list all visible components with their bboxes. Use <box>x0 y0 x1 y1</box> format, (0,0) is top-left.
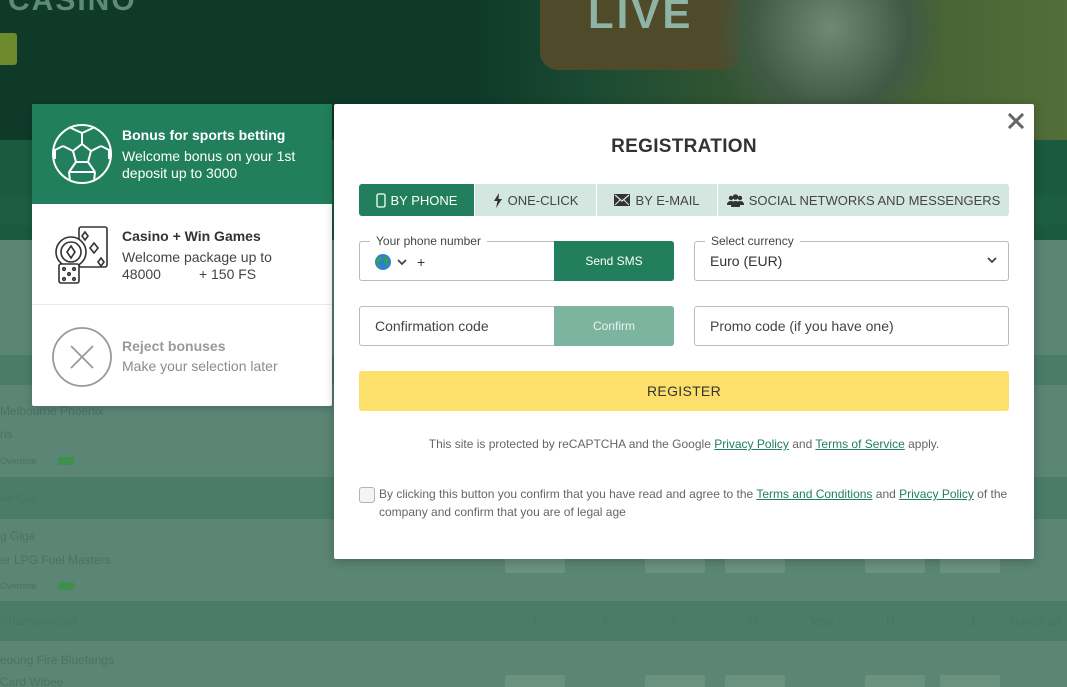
register-button[interactable]: REGISTER <box>359 371 1009 411</box>
bonus-description: Make your selection later <box>122 358 278 374</box>
bonus-description: Welcome package up to 48000 + 150 FS <box>122 249 322 283</box>
background-col-header: X <box>601 614 610 628</box>
users-icon <box>726 193 744 207</box>
background-col-header: Total <box>808 614 834 628</box>
globe-icon <box>375 254 391 270</box>
bonus-description: Welcome bonus on your 1st deposit up to … <box>122 148 296 181</box>
agreement-text-part: By clicking this button you confirm that… <box>379 487 754 501</box>
tab-label: BY PHONE <box>390 192 458 208</box>
agreement-text: By clicking this button you confirm that… <box>379 485 1009 521</box>
background-stat-badge <box>58 457 74 465</box>
tab-label: BY E-MAIL <box>635 192 700 208</box>
bonus-amount: 48000 <box>122 266 161 282</box>
tab-by-phone[interactable]: BY PHONE <box>359 184 475 216</box>
background-col-header: 2 <box>670 614 677 628</box>
phone-number-field: Your phone number + Send SMS <box>359 234 674 281</box>
background-meta: Overtime <box>0 581 37 591</box>
promo-code-input[interactable] <box>695 307 1008 345</box>
phone-icon <box>375 192 386 208</box>
phone-prefix: + <box>417 254 426 270</box>
background-odd <box>940 675 1000 687</box>
reject-x-icon <box>51 326 113 388</box>
background-odd <box>865 675 925 687</box>
background-event-row: eoung Fire Bluefangs Card Wibee <box>0 641 1067 687</box>
background-team-name: er LPG Fuel Masters <box>0 553 111 567</box>
background-odd <box>505 675 565 687</box>
close-button[interactable] <box>1006 111 1026 131</box>
background-team-name: ns <box>0 427 13 441</box>
close-icon <box>1007 112 1025 130</box>
privacy-policy-link[interactable]: Privacy Policy <box>714 437 789 451</box>
terms-and-conditions-link[interactable]: Terms and Conditions <box>756 487 872 501</box>
confirmation-code-input[interactable] <box>360 307 555 345</box>
bonus-title: Reject bonuses <box>122 338 226 354</box>
background-team-name: Card Wibee <box>0 675 64 687</box>
tab-social-networks[interactable]: SOCIAL NETWORKS AND MESSENGERS <box>718 184 1009 216</box>
currency-label: Select currency <box>705 234 800 248</box>
bonus-description-text: Welcome package up to <box>122 249 272 265</box>
chevron-down-icon <box>397 259 407 266</box>
recaptcha-text: This site is protected by reCAPTCHA and … <box>428 437 711 451</box>
background-banner-button <box>0 33 17 65</box>
tab-one-click[interactable]: ONE-CLICK <box>475 184 597 216</box>
tab-by-email[interactable]: BY E-MAIL <box>597 184 718 216</box>
agreement-text-part: and <box>875 487 896 501</box>
bonus-option-casino[interactable]: Casino + Win Games Welcome package up to… <box>32 204 332 305</box>
privacy-policy-link[interactable]: Privacy Policy <box>899 487 974 501</box>
background-col-header: Handicap <box>1010 614 1061 628</box>
background-live-label: LIVE <box>588 0 694 37</box>
background-league-name: Championship <box>0 614 77 628</box>
phone-number-input[interactable] <box>428 242 553 280</box>
background-team-name: Melbourne Phoenix <box>0 404 104 418</box>
bonus-free-spins: + 150 FS <box>198 266 257 282</box>
background-col-header: 1 <box>532 614 539 628</box>
recaptcha-notice: This site is protected by reCAPTCHA and … <box>334 437 1034 451</box>
casino-chips-cards-icon <box>51 224 113 286</box>
country-code-selector[interactable] <box>375 254 408 270</box>
background-meta: Overtime <box>0 456 37 466</box>
registration-method-tabs: BY PHONE ONE-CLICK BY E-MAIL SOCIAL NETW… <box>359 184 1009 216</box>
background-casino-title: CASINO <box>8 0 137 17</box>
tab-label: ONE-CLICK <box>507 192 579 208</box>
currency-select[interactable]: Select currency Euro (EUR) <box>694 234 1009 281</box>
soccer-ball-icon <box>51 123 113 185</box>
bonus-panel: Bonus for sports betting Welcome bonus o… <box>32 104 332 406</box>
background-col-header: 1 <box>970 614 977 628</box>
modal-title: REGISTRATION <box>611 136 757 157</box>
background-league-name: ue Cup <box>0 491 39 505</box>
bonus-title: Bonus for sports betting <box>122 127 286 143</box>
terms-of-service-link[interactable]: Terms of Service <box>815 437 904 451</box>
background-col-header: O <box>748 614 758 628</box>
confirm-button[interactable]: Confirm <box>554 306 674 346</box>
bonus-option-sports[interactable]: Bonus for sports betting Welcome bonus o… <box>32 104 332 204</box>
bonus-title: Casino + Win Games <box>122 228 261 244</box>
background-odd <box>725 675 785 687</box>
promo-code-field <box>694 306 1009 346</box>
bonus-option-reject[interactable]: Reject bonuses Make your selection later <box>32 305 332 406</box>
background-stat-badge <box>58 582 74 590</box>
recaptcha-text: and <box>792 437 813 451</box>
background-league-row: Championship 1 X 2 O Total U 1 Handicap <box>0 601 1067 641</box>
envelope-icon <box>614 194 631 206</box>
lightning-icon <box>493 192 502 208</box>
background-col-header: U <box>886 614 895 628</box>
background-team-name: g Giga <box>0 529 36 543</box>
send-sms-button[interactable]: Send SMS <box>554 241 674 281</box>
tab-label: SOCIAL NETWORKS AND MESSENGERS <box>748 192 1001 208</box>
recaptcha-text: apply. <box>908 437 940 451</box>
agreement-checkbox[interactable] <box>359 487 375 503</box>
currency-selected-value: Euro (EUR) <box>710 253 783 269</box>
confirmation-code-field: Confirm <box>359 306 674 346</box>
chevron-down-icon <box>987 257 997 264</box>
background-odd <box>645 675 705 687</box>
background-team-name: eoung Fire Bluefangs <box>0 653 115 667</box>
registration-modal: REGISTRATION BY PHONE ONE-CLICK BY E-MAI… <box>334 104 1034 559</box>
